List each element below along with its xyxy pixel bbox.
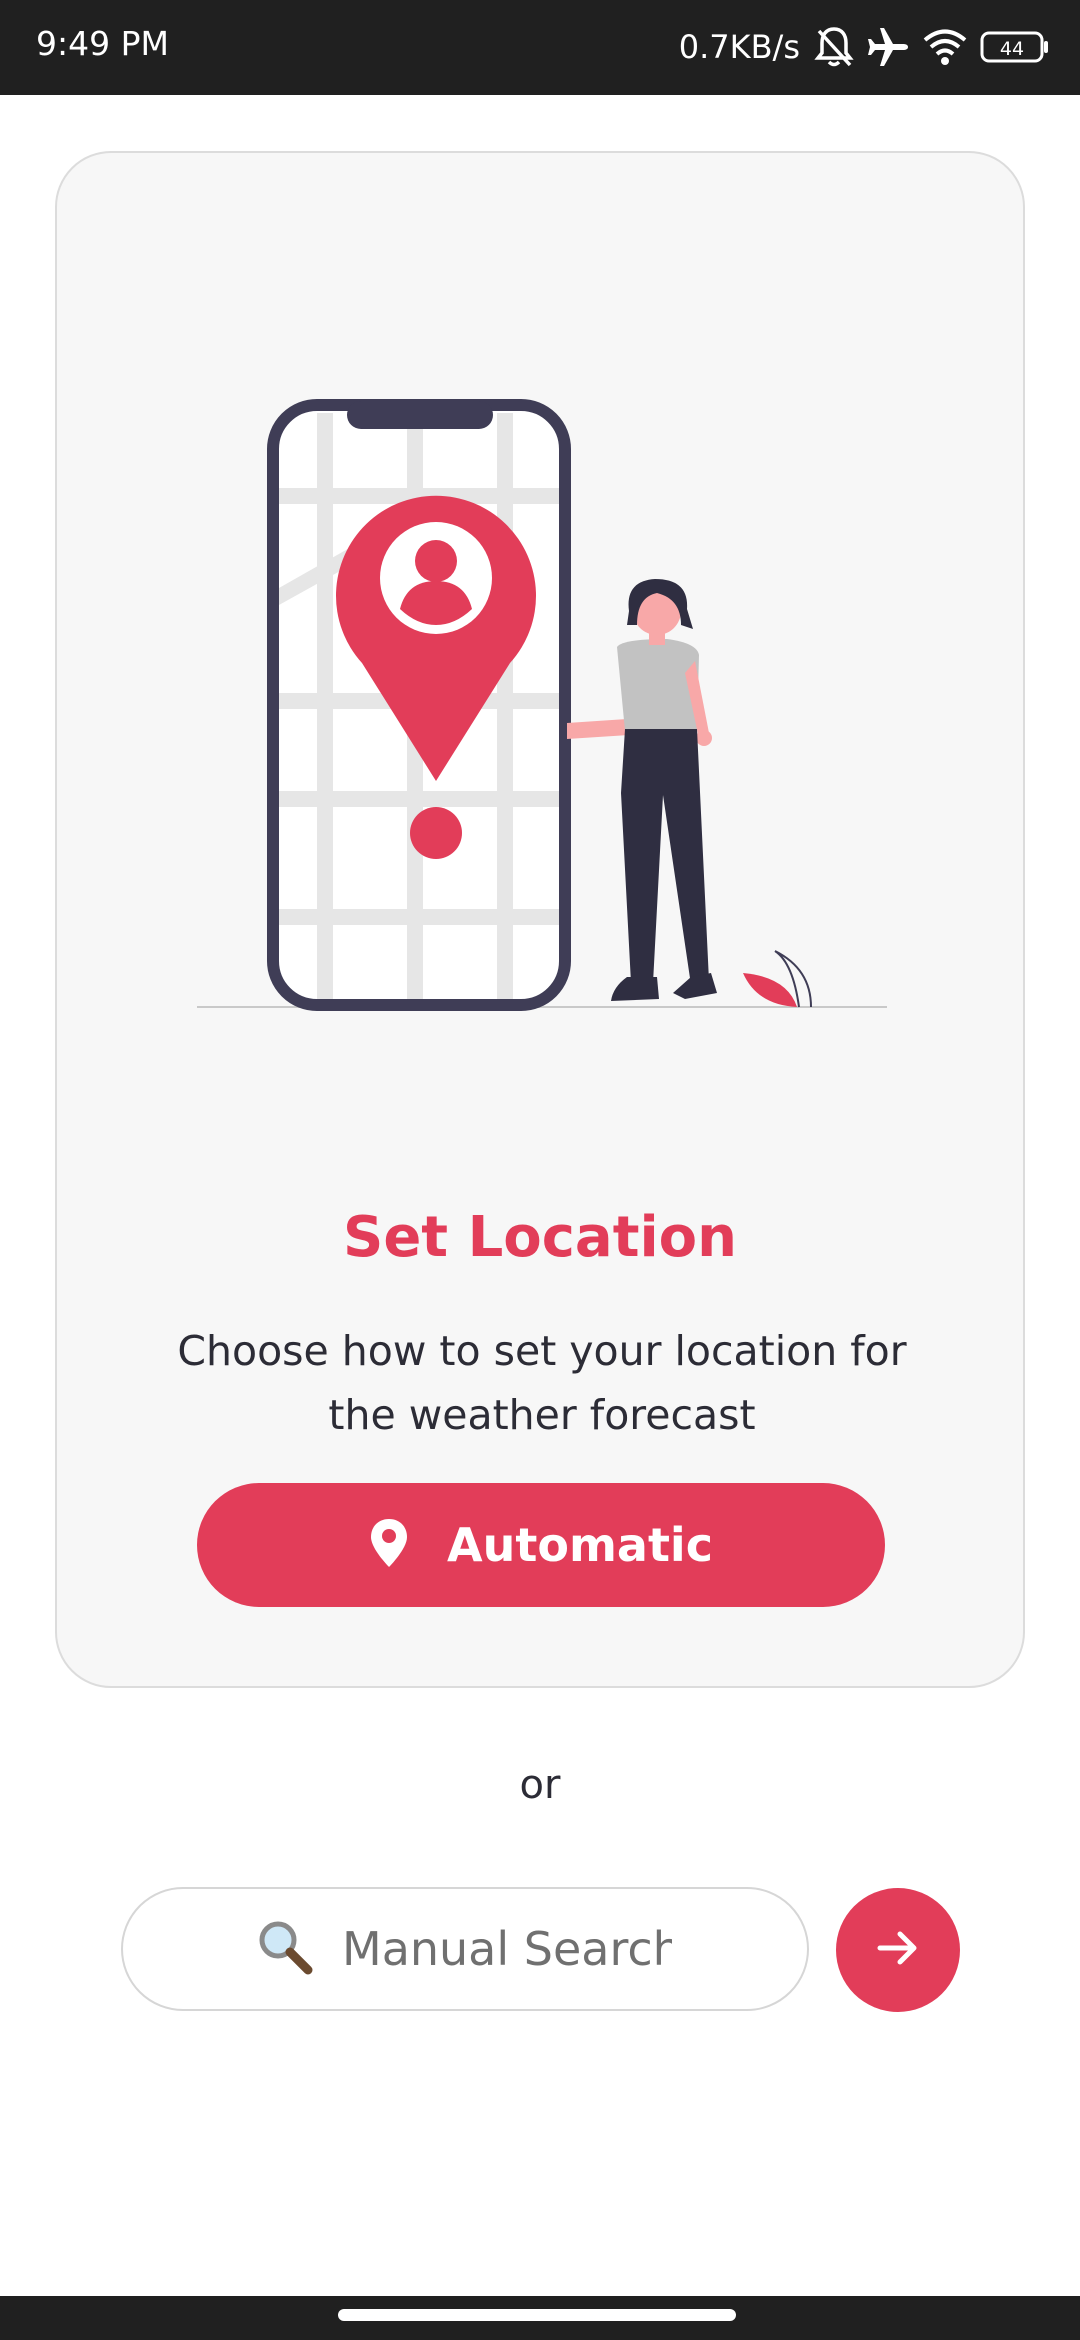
- status-indicators: 0.7KB/s 44: [679, 22, 1050, 72]
- magnifier-icon: [256, 1918, 314, 1980]
- page-title: Set Location: [342, 1205, 738, 1270]
- status-bar: 9:49 PM 0.7KB/s 44: [0, 0, 1080, 95]
- bell-off-icon: [814, 25, 854, 69]
- airplane-icon: [866, 25, 910, 69]
- status-time: 9:49 PM: [36, 24, 169, 63]
- system-navigation-bar: [0, 2296, 1080, 2340]
- manual-search-field[interactable]: [121, 1887, 809, 2011]
- manual-search-input[interactable]: [340, 1921, 674, 1977]
- location-pin-icon: [369, 1517, 409, 1573]
- network-speed: 0.7KB/s: [678, 28, 800, 66]
- or-divider-text: or: [519, 1762, 561, 1808]
- page-description: Choose how to set your location for the …: [177, 1327, 907, 1439]
- automatic-location-button[interactable]: Automatic: [197, 1483, 885, 1607]
- search-submit-button[interactable]: [836, 1888, 960, 2012]
- arrow-right-icon: [874, 1924, 922, 1976]
- home-indicator[interactable]: [338, 2309, 736, 2321]
- location-illustration: [197, 393, 897, 1173]
- battery-level: 44: [1000, 38, 1024, 60]
- automatic-button-label: Automatic: [447, 1518, 713, 1572]
- location-card: Set Location Choose how to set your loca…: [55, 151, 1025, 1688]
- battery-icon: 44: [980, 30, 1050, 64]
- wifi-icon: [922, 27, 968, 67]
